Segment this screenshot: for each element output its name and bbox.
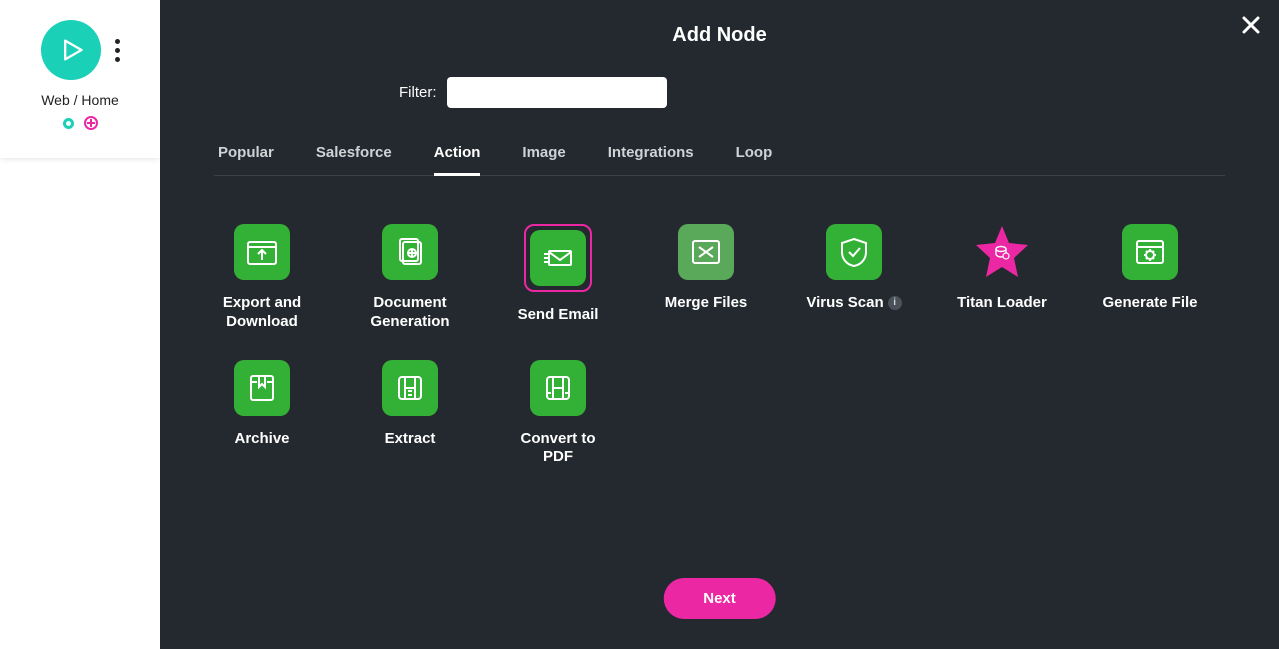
node-archive[interactable]: Archive: [214, 360, 310, 468]
panel-title: Add Node: [160, 0, 1279, 47]
play-button[interactable]: [41, 20, 101, 80]
next-button[interactable]: Next: [663, 578, 776, 619]
node-grid: Export and Download Document Generation …: [214, 224, 1225, 467]
doc-stack-icon: [382, 224, 438, 280]
upload-folder-icon: [234, 224, 290, 280]
node-label: Document Generation: [362, 294, 458, 332]
merge-icon: [678, 224, 734, 280]
node-extract[interactable]: Extract: [362, 360, 458, 468]
email-icon: [530, 230, 586, 286]
close-icon: [1241, 15, 1261, 35]
sidebar-label: Web / Home: [41, 92, 119, 108]
node-label: Convert to PDF: [510, 430, 606, 468]
tab-image[interactable]: Image: [522, 144, 565, 175]
node-label: Virus Scani: [806, 294, 901, 313]
tab-loop[interactable]: Loop: [736, 144, 773, 175]
add-circle-icon[interactable]: [84, 116, 98, 130]
window-gear-icon: [1122, 224, 1178, 280]
node-label: Export and Download: [214, 294, 310, 332]
node-label: Extract: [385, 430, 436, 449]
tab-salesforce[interactable]: Salesforce: [316, 144, 392, 175]
node-label: Send Email: [518, 306, 599, 325]
star-db-icon: [974, 224, 1030, 280]
shield-check-icon: [826, 224, 882, 280]
status-row: [63, 116, 98, 130]
node-convert-pdf[interactable]: Convert to PDF: [510, 360, 606, 468]
node-merge-files[interactable]: Merge Files: [658, 224, 754, 332]
node-send-email[interactable]: Send Email: [510, 224, 606, 332]
node-label: Generate File: [1102, 294, 1197, 313]
extract-icon: [382, 360, 438, 416]
node-label: Titan Loader: [957, 294, 1047, 313]
node-label: Archive: [234, 430, 289, 449]
node-document-generation[interactable]: Document Generation: [362, 224, 458, 332]
node-titan-loader[interactable]: Titan Loader: [954, 224, 1050, 332]
convert-pdf-icon: [530, 360, 586, 416]
filter-row: Filter:: [399, 77, 1279, 108]
sidebar-card: Web / Home: [0, 0, 160, 158]
filter-label: Filter:: [399, 84, 437, 101]
filter-input[interactable]: [447, 77, 667, 108]
kebab-menu[interactable]: [115, 39, 119, 62]
node-label: Merge Files: [665, 294, 748, 313]
node-generate-file[interactable]: Generate File: [1102, 224, 1198, 332]
tab-popular[interactable]: Popular: [218, 144, 274, 175]
tab-integrations[interactable]: Integrations: [608, 144, 694, 175]
status-ring-icon: [63, 118, 74, 129]
sidebar-header: [41, 20, 119, 80]
play-icon: [57, 36, 85, 64]
add-node-panel: Add Node Filter: Popular Salesforce Acti…: [160, 0, 1279, 649]
archive-icon: [234, 360, 290, 416]
node-virus-scan[interactable]: Virus Scani: [806, 224, 902, 332]
tabs: Popular Salesforce Action Image Integrat…: [214, 144, 1225, 176]
tab-action[interactable]: Action: [434, 144, 481, 176]
info-icon: i: [888, 296, 902, 310]
close-button[interactable]: [1241, 14, 1261, 42]
node-export-download[interactable]: Export and Download: [214, 224, 310, 332]
